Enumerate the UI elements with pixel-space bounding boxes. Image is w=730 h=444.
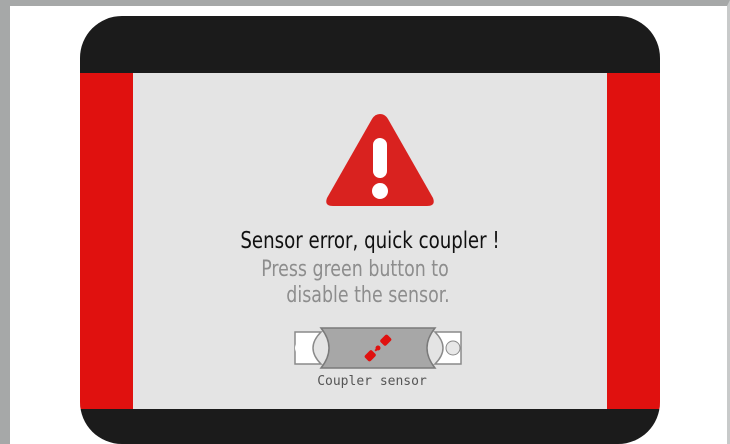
error-title: Sensor error, quick coupler ! [240,228,500,254]
instruction-line-1: Press green button to [261,257,449,282]
instruction-line-2: disable the sensor. [286,283,450,308]
coupler-sensor-icon [294,327,462,369]
sensor-label: Coupler sensor [317,374,427,389]
display-device: Sensor error, quick coupler ! Press gree… [80,16,660,444]
alert-screen: Sensor error, quick coupler ! Press gree… [80,73,660,409]
warning-icon [326,114,434,206]
